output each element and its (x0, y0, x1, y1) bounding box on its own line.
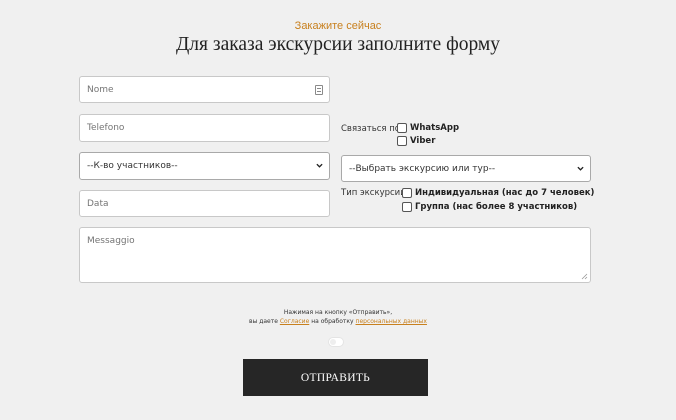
tour-type-individual[interactable]: Индивидуальная (нас до 7 человек) (402, 188, 594, 198)
phone-placeholder: Telefono (87, 123, 125, 133)
submit-button[interactable]: ОТПРАВИТЬ (243, 359, 428, 396)
name-input[interactable]: Nome (79, 76, 330, 103)
whatsapp-label: WhatsApp (410, 123, 460, 133)
participants-select-value: --К-во участников-- (87, 161, 178, 171)
viber-checkbox[interactable] (397, 136, 407, 146)
chevron-down-icon (316, 163, 323, 168)
individual-label: Индивидуальная (нас до 7 человек) (415, 188, 595, 198)
message-textarea[interactable]: Messaggio (79, 227, 591, 283)
contact-label: Связаться по: (341, 124, 403, 134)
consent-middle: на обработку (311, 318, 354, 325)
agreement-link[interactable]: Согласие (280, 318, 309, 325)
individual-checkbox[interactable] (402, 188, 412, 198)
message-placeholder: Messaggio (87, 236, 135, 246)
consent-toggle[interactable] (328, 337, 344, 347)
consent-line-2: вы даете Согласие на обработку персональ… (0, 317, 676, 327)
tour-type-label: Тип экскурсии: (341, 188, 409, 198)
personal-data-link[interactable]: персональных данных (356, 318, 427, 325)
date-input[interactable]: Data (79, 190, 330, 217)
section-subtitle: Закажите сейчас (294, 20, 382, 32)
group-checkbox[interactable] (402, 202, 412, 212)
contact-option-whatsapp[interactable]: WhatsApp (397, 123, 459, 133)
page-title: Для заказа экскурсии заполните форму (175, 34, 501, 55)
tour-type-group[interactable]: Группа (нас более 8 участников) (402, 202, 577, 212)
tour-select[interactable]: --Выбрать экскурсию или тур-- (341, 155, 591, 182)
name-placeholder: Nome (87, 84, 114, 95)
date-placeholder: Data (87, 198, 109, 209)
whatsapp-checkbox[interactable] (397, 123, 407, 133)
consent-prefix: вы даете (249, 318, 278, 325)
phone-input[interactable]: Telefono (79, 114, 330, 142)
participants-select[interactable]: --К-во участников-- (79, 152, 330, 180)
contact-option-viber[interactable]: Viber (397, 136, 435, 146)
id-card-icon (315, 84, 323, 95)
tour-select-value: --Выбрать экскурсию или тур-- (349, 163, 496, 174)
resize-handle-icon[interactable] (581, 273, 588, 280)
viber-label: Viber (410, 136, 436, 146)
group-label: Группа (нас более 8 участников) (415, 202, 578, 212)
chevron-down-icon (577, 166, 584, 171)
